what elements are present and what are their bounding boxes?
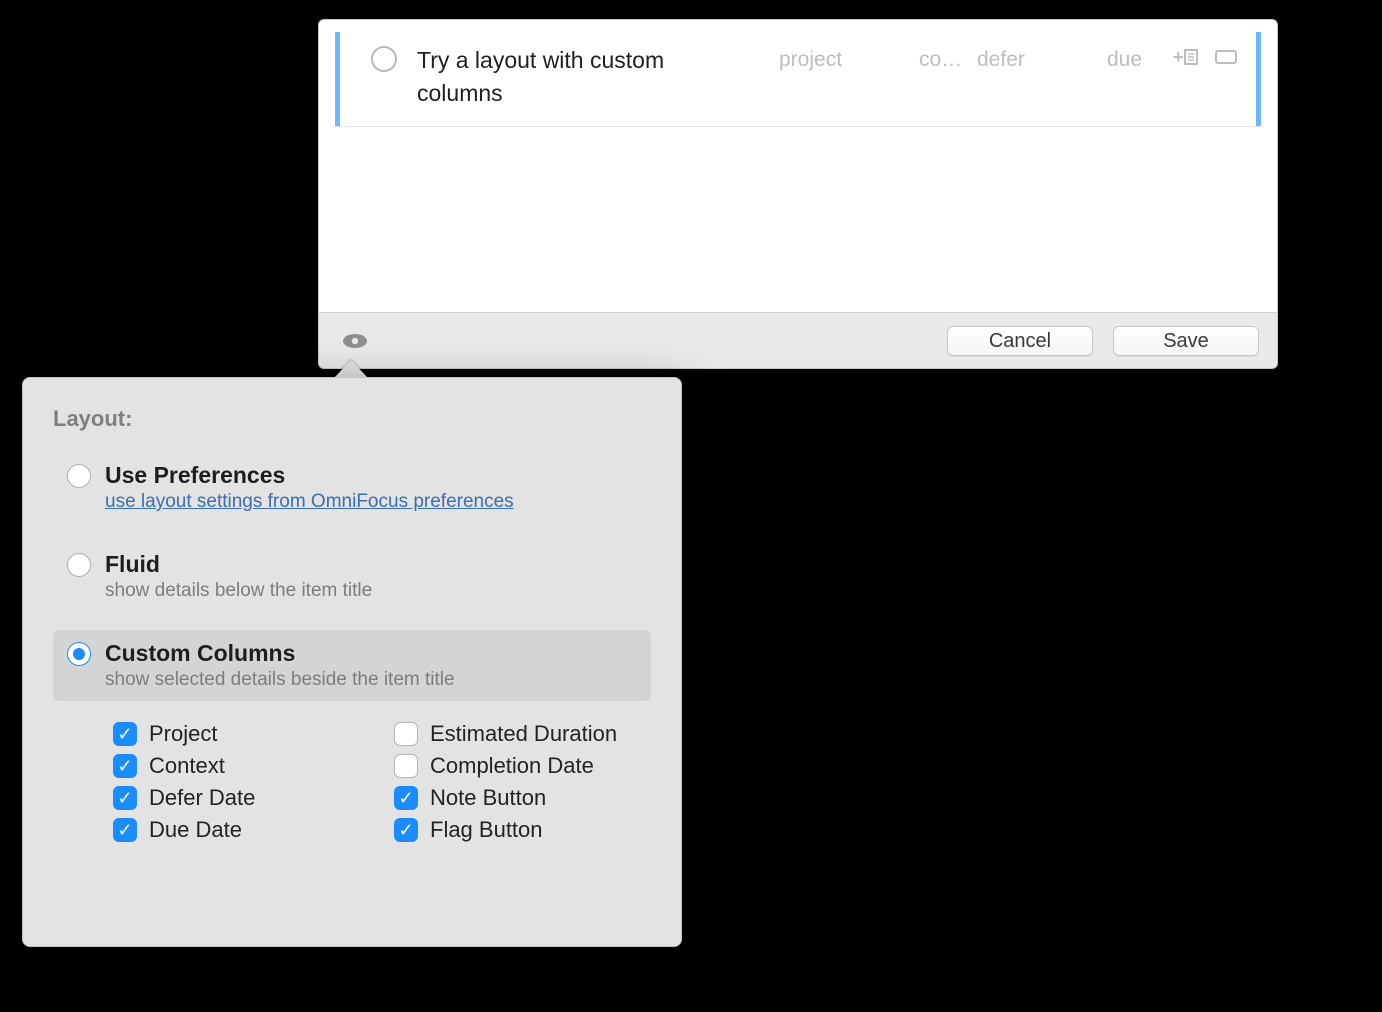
view-options-button[interactable] xyxy=(341,327,369,355)
columns-right: Estimated Duration Completion Date ✓ Not… xyxy=(394,715,651,849)
task-window: Try a layout with custom columns project… xyxy=(318,19,1278,369)
checkbox-label: Flag Button xyxy=(430,817,543,843)
layout-option-title: Custom Columns xyxy=(105,640,455,667)
layout-option-use-preferences[interactable]: Use Preferences use layout settings from… xyxy=(53,452,651,523)
task-row[interactable]: Try a layout with custom columns project… xyxy=(335,32,1261,127)
check-icon: ✓ xyxy=(394,786,418,810)
flag-icon[interactable] xyxy=(1215,49,1239,67)
checkbox-estimated-duration[interactable]: Estimated Duration xyxy=(394,721,651,747)
checkbox-label: Note Button xyxy=(430,785,546,811)
popover-arrow xyxy=(334,360,368,378)
use-preferences-link[interactable]: use layout settings from OmniFocus prefe… xyxy=(105,491,514,513)
check-icon: ✓ xyxy=(113,754,137,778)
checkbox-context[interactable]: ✓ Context xyxy=(113,753,370,779)
checkbox-label: Completion Date xyxy=(430,753,594,779)
check-icon xyxy=(394,754,418,778)
window-footer: Cancel Save xyxy=(319,312,1277,368)
layout-option-title: Use Preferences xyxy=(105,462,514,489)
checkbox-label: Estimated Duration xyxy=(430,721,617,747)
column-project[interactable]: project xyxy=(779,48,919,72)
checkbox-completion-date[interactable]: Completion Date xyxy=(394,753,651,779)
checkbox-defer-date[interactable]: ✓ Defer Date xyxy=(113,785,370,811)
layout-popover: Layout: Use Preferences use layout setti… xyxy=(22,377,682,947)
save-button[interactable]: Save xyxy=(1113,326,1259,356)
layout-option-desc: show selected details beside the item ti… xyxy=(105,669,455,691)
cancel-button[interactable]: Cancel xyxy=(947,326,1093,356)
column-context[interactable]: co… xyxy=(919,48,977,72)
selection-indicator-right xyxy=(1256,32,1261,126)
check-icon: ✓ xyxy=(113,818,137,842)
add-note-icon[interactable]: + xyxy=(1173,48,1199,68)
column-defer[interactable]: defer xyxy=(977,48,1107,72)
layout-section-label: Layout: xyxy=(53,406,651,432)
checkbox-label: Project xyxy=(149,721,217,747)
radio-custom-columns[interactable] xyxy=(67,642,91,666)
task-complete-checkbox[interactable] xyxy=(371,46,397,72)
layout-option-title: Fluid xyxy=(105,551,372,578)
checkbox-due-date[interactable]: ✓ Due Date xyxy=(113,817,370,843)
check-icon xyxy=(394,722,418,746)
svg-text:+: + xyxy=(1173,48,1184,67)
columns-left: ✓ Project ✓ Context ✓ Defer Date ✓ Due D… xyxy=(113,715,370,849)
check-icon: ✓ xyxy=(113,786,137,810)
custom-columns-checkboxes: ✓ Project ✓ Context ✓ Defer Date ✓ Due D… xyxy=(53,709,651,849)
check-icon: ✓ xyxy=(394,818,418,842)
radio-fluid[interactable] xyxy=(67,553,91,577)
task-list: Try a layout with custom columns project… xyxy=(319,20,1277,312)
task-title[interactable]: Try a layout with custom columns xyxy=(417,32,687,110)
checkbox-label: Context xyxy=(149,753,225,779)
layout-option-fluid[interactable]: Fluid show details below the item title xyxy=(53,541,651,612)
check-icon: ✓ xyxy=(113,722,137,746)
checkbox-note-button[interactable]: ✓ Note Button xyxy=(394,785,651,811)
checkbox-project[interactable]: ✓ Project xyxy=(113,721,370,747)
selection-indicator-left xyxy=(335,32,340,126)
checkbox-flag-button[interactable]: ✓ Flag Button xyxy=(394,817,651,843)
layout-option-custom-columns[interactable]: Custom Columns show selected details bes… xyxy=(53,630,651,701)
checkbox-label: Due Date xyxy=(149,817,242,843)
radio-use-preferences[interactable] xyxy=(67,464,91,488)
checkbox-label: Defer Date xyxy=(149,785,255,811)
layout-option-desc: show details below the item title xyxy=(105,580,372,602)
